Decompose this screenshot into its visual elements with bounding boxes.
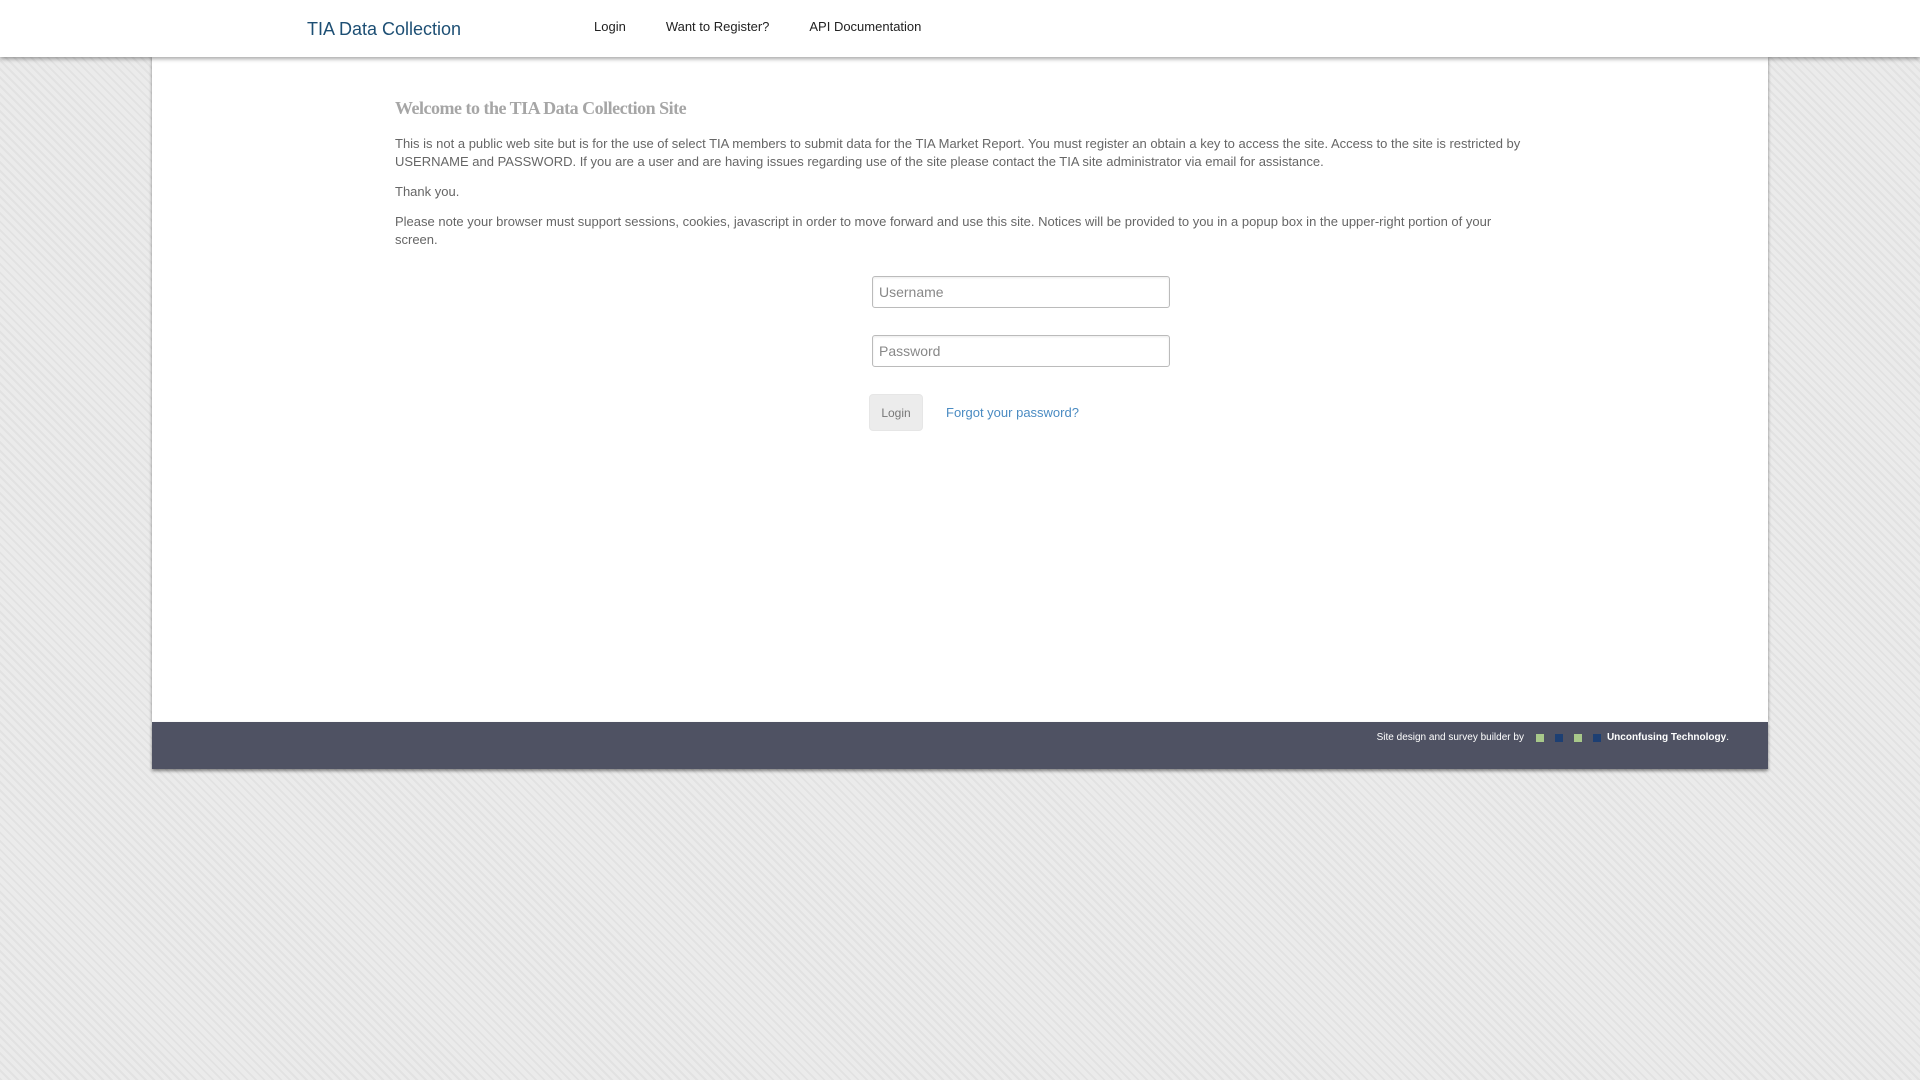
form-actions: Login Forgot your password? — [869, 394, 1189, 431]
login-button[interactable]: Login — [869, 394, 923, 431]
logo-square-icon — [1573, 733, 1582, 742]
page-title: Welcome to the TIA Data Collection Site — [395, 98, 687, 118]
logo-square-icon — [1535, 733, 1544, 742]
credit-text: Site design and survey builder by — [1376, 732, 1524, 743]
intro-paragraph: This is not a public web site but is for… — [395, 136, 1521, 169]
browser-notice-paragraph: Please note your browser must support se… — [395, 214, 1492, 247]
forgot-password-link[interactable]: Forgot your password? — [946, 405, 1079, 420]
company-logo-squares — [1535, 733, 1601, 742]
login-form: Login Forgot your password? — [869, 276, 1189, 431]
brand-link[interactable]: TIA Data Collection — [307, 19, 461, 40]
nav-item-login: Login — [574, 17, 646, 36]
company-link[interactable]: Unconfusing Technology — [1607, 732, 1726, 743]
nav-link-register[interactable]: Want to Register? — [646, 17, 790, 36]
site-footer: Site design and survey builder by Unconf… — [152, 722, 1768, 769]
nav-menu: Login Want to Register? API Documentatio… — [574, 17, 941, 36]
top-navbar: TIA Data Collection Login Want to Regist… — [0, 0, 1920, 57]
credit-suffix: . — [1726, 732, 1729, 743]
footer-credit: Site design and survey builder by Unconf… — [1377, 732, 1729, 743]
main-panel: Welcome to the TIA Data Collection Site … — [152, 57, 1768, 722]
logo-square-icon — [1554, 733, 1563, 742]
nav-item-register: Want to Register? — [646, 17, 790, 36]
nav-link-login[interactable]: Login — [574, 17, 646, 36]
nav-link-api-documentation[interactable]: API Documentation — [789, 17, 941, 36]
welcome-content: Welcome to the TIA Data Collection Site … — [395, 95, 1525, 261]
logo-square-icon — [1592, 733, 1601, 742]
thank-you-paragraph: Thank you. — [395, 184, 460, 199]
username-input[interactable] — [872, 276, 1170, 308]
nav-item-api-docs: API Documentation — [789, 17, 941, 36]
password-input[interactable] — [872, 335, 1170, 367]
